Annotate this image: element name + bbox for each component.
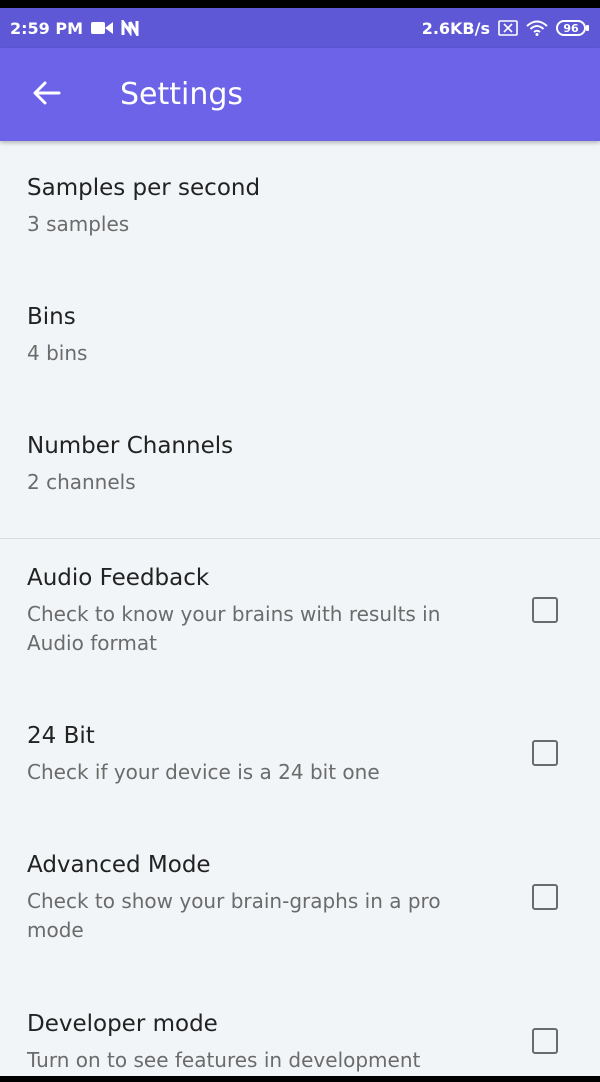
wifi-icon [526, 20, 548, 36]
pref-title: 24 Bit [27, 723, 95, 749]
pref-24-bit[interactable]: 24 Bit Check if your device is a 24 bit … [0, 721, 600, 787]
pref-number-channels[interactable]: Number Channels 2 channels [0, 431, 600, 497]
advanced-mode-checkbox[interactable] [532, 884, 558, 910]
battery-icon: 96 [556, 20, 589, 36]
video-camera-icon [91, 21, 114, 35]
pref-summary: Check to show your brain-graphs in a pro… [27, 889, 441, 942]
battery-level: 96 [563, 21, 579, 35]
pref-title: Bins [27, 304, 76, 330]
pref-advanced-mode[interactable]: Advanced Mode Check to show your brain-g… [0, 850, 600, 945]
pref-title: Advanced Mode [27, 852, 211, 878]
notification-n-icon [121, 20, 139, 36]
pref-summary: 4 bins [27, 341, 88, 365]
24-bit-checkbox[interactable] [532, 740, 558, 766]
sim-off-icon [498, 20, 518, 36]
pref-summary: Check to know your brains with results i… [27, 602, 441, 655]
pref-title: Audio Feedback [27, 565, 210, 591]
pref-audio-feedback[interactable]: Audio Feedback Check to know your brains… [0, 563, 600, 658]
status-time: 2:59 PM [10, 18, 84, 38]
back-button[interactable] [22, 70, 72, 120]
arrow-left-icon [33, 81, 61, 109]
settings-screen: 2:59 PM 2.6KB/s 96 Settings Samples per … [0, 8, 600, 1076]
pref-samples-per-second[interactable]: Samples per second 3 samples [0, 173, 600, 239]
pref-bins[interactable]: Bins 4 bins [0, 302, 600, 368]
status-bar: 2:59 PM 2.6KB/s 96 [0, 8, 600, 48]
page-title: Settings [120, 77, 244, 112]
pref-title: Samples per second [27, 175, 261, 201]
network-speed: 2.6KB/s [421, 18, 490, 38]
section-divider [0, 538, 600, 539]
pref-summary: 3 samples [27, 212, 130, 236]
audio-feedback-checkbox[interactable] [532, 597, 558, 623]
pref-summary: 2 channels [27, 470, 136, 494]
developer-mode-checkbox[interactable] [532, 1028, 558, 1054]
pref-developer-mode[interactable]: Developer mode Turn on to see features i… [0, 1009, 600, 1075]
pref-summary: Check if your device is a 24 bit one [27, 760, 380, 784]
pref-title: Developer mode [27, 1011, 218, 1037]
app-bar: Settings [0, 48, 600, 141]
pref-summary: Turn on to see features in development [27, 1048, 421, 1072]
pref-title: Number Channels [27, 433, 234, 459]
